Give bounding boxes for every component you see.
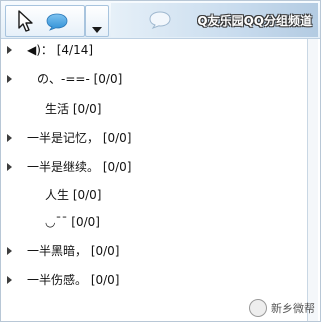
group-label: ◀)： [4/14] [27,43,94,57]
pointer-chat-button[interactable] [5,5,85,37]
group-row[interactable]: ◡¯¯ [0/0] [1,211,301,233]
expand-caret-icon[interactable] [7,276,12,284]
group-label: 一半是继续。 [0/0] [27,160,132,174]
group-label: 一半黑暗， [0/0] [27,244,120,258]
group-label: 一半是记忆， [0/0] [27,131,132,145]
group-row[interactable]: 一半黑暗， [0/0] [1,240,301,262]
expand-caret-icon[interactable] [7,75,12,83]
triangle-down-icon [92,18,102,37]
group-row[interactable]: 一半伤感。 [0/0] [1,269,301,291]
expand-caret-icon[interactable] [7,247,12,255]
group-label: の、-==- [0/0] [37,72,123,86]
group-row[interactable]: 生活 [0/0] [1,98,301,120]
expand-caret-icon[interactable] [7,163,12,171]
wechat-logo-icon [249,299,267,317]
group-label: 生活 [0/0] [45,102,102,116]
toolbar: Q友乐园QQ分组频道 [1,1,320,39]
group-row[interactable]: の、-==- [0/0] [1,68,301,90]
watermark-text: 新乡微帮 [271,302,315,315]
cursor-pointer-icon [18,10,34,36]
group-label: 一半伤感。 [0/0] [27,273,120,287]
group-label: ◡¯¯ [0/0] [45,215,100,229]
watermark: 新乡微帮 [249,298,315,318]
expand-caret-icon[interactable] [7,134,12,142]
group-row[interactable]: 一半是继续。 [0/0] [1,156,301,178]
chat-bubble-outline-icon[interactable] [149,11,171,33]
group-row[interactable]: 一半是记忆， [0/0] [1,127,301,149]
buddy-list-window: Q友乐园QQ分组频道 ◀)： [4/14] の、-==- [0/0] 生活 [0… [0,0,321,322]
status-dropdown-button[interactable] [85,5,109,37]
group-row[interactable]: ◀)： [4/14] [1,39,301,61]
group-label: 人生 [0/0] [45,188,102,202]
vertical-scrollbar[interactable] [307,39,318,321]
expand-caret-icon[interactable] [7,46,12,54]
channel-title: Q友乐园QQ分组频道 [197,14,312,28]
toolbar-banner: Q友乐园QQ分组频道 [111,3,318,37]
group-row[interactable]: 人生 [0/0] [1,184,301,206]
chat-bubble-icon [46,13,68,35]
